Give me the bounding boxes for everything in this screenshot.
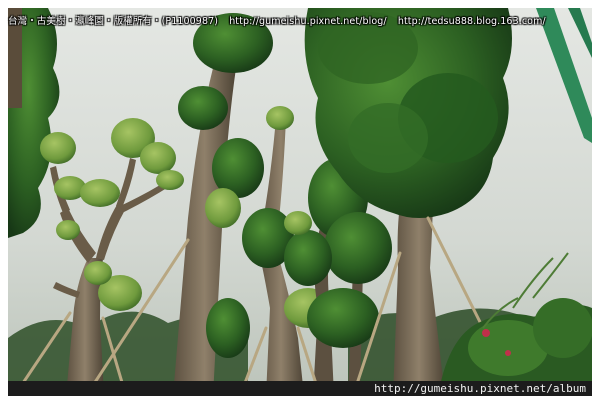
photo-frame: 台灣・古美樹・瀛峰園・版權所有・(P1100987) http://gumeis… [0,0,600,404]
tree-scene-illustration [8,8,592,396]
album-url-watermark: http://gumeishu.pixnet.net/album [374,382,586,395]
caption-163-url: http://tedsu888.blog.163.com/ [397,16,546,27]
tree-photo [8,8,592,396]
watermark-bar: http://gumeishu.pixnet.net/album [8,381,592,396]
photo-caption: 台灣・古美樹・瀛峰園・版權所有・(P1100987) http://gumeis… [8,13,554,27]
caption-blog-url: http://gumeishu.pixnet.net/blog/ [229,16,387,27]
caption-text: 台灣・古美樹・瀛峰園・版權所有・(P1100987) [8,16,219,27]
